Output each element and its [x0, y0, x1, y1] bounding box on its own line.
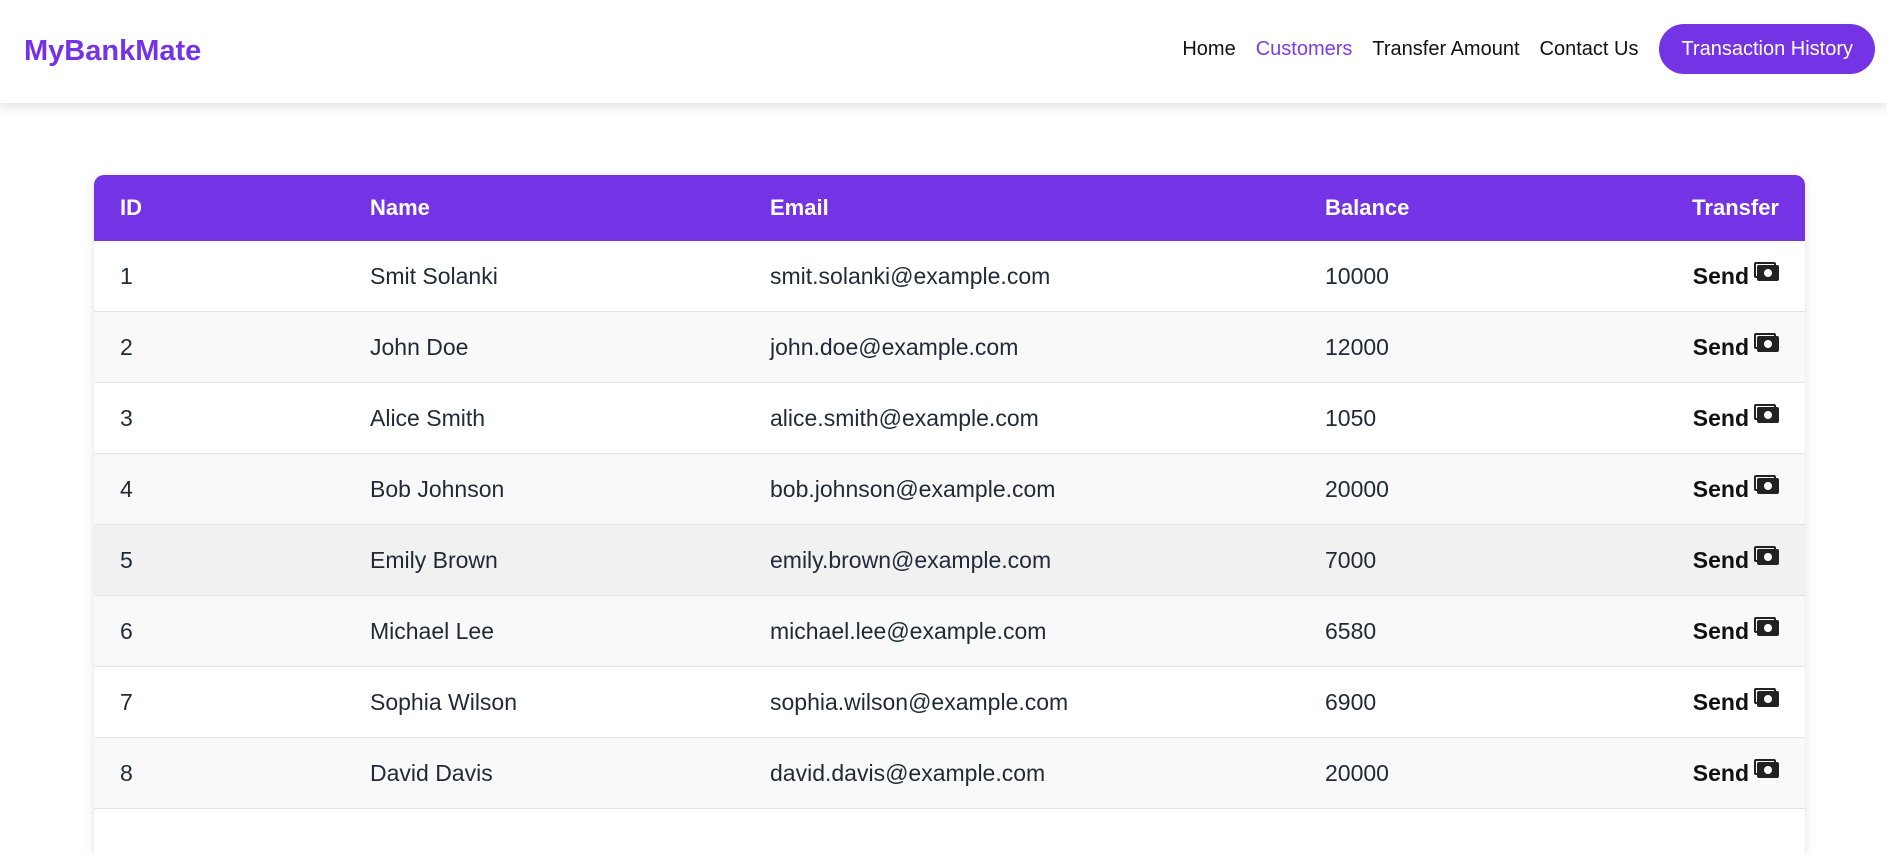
- column-header-email: Email: [770, 175, 1325, 241]
- cell-name: Bob Johnson: [370, 454, 770, 525]
- cell-transfer: Send: [1625, 738, 1805, 809]
- money-icon: [1757, 478, 1779, 494]
- cell-name: [370, 809, 770, 855]
- send-button[interactable]: Send: [1693, 689, 1779, 716]
- cell-balance: 20000: [1325, 738, 1625, 809]
- transaction-history-button[interactable]: Transaction History: [1659, 24, 1875, 74]
- money-icon: [1757, 336, 1779, 352]
- cell-email: emily.brown@example.com: [770, 525, 1325, 596]
- customers-table-container: ID Name Email Balance Transfer 1 Smit So…: [94, 175, 1805, 855]
- table-row: [94, 809, 1805, 855]
- cell-email: david.davis@example.com: [770, 738, 1325, 809]
- send-button[interactable]: Send: [1693, 476, 1779, 503]
- send-button[interactable]: Send: [1693, 618, 1779, 645]
- table-row: 1 Smit Solanki smit.solanki@example.com …: [94, 241, 1805, 312]
- send-label: Send: [1693, 405, 1749, 432]
- column-header-transfer: Transfer: [1625, 175, 1805, 241]
- table-row: 3 Alice Smith alice.smith@example.com 10…: [94, 383, 1805, 454]
- brand-logo[interactable]: MyBankMate: [24, 31, 201, 71]
- cell-balance: 20000: [1325, 454, 1625, 525]
- column-header-balance: Balance: [1325, 175, 1625, 241]
- cell-id: [94, 809, 370, 855]
- money-icon: [1757, 549, 1779, 565]
- cell-balance: 7000: [1325, 525, 1625, 596]
- nav-links: Home Customers Transfer Amount Contact U…: [1162, 24, 1875, 74]
- send-label: Send: [1693, 476, 1749, 503]
- nav-link-customers[interactable]: Customers: [1256, 38, 1353, 61]
- cell-balance: [1325, 809, 1625, 855]
- send-label: Send: [1693, 334, 1749, 361]
- cell-transfer: Send: [1625, 312, 1805, 383]
- money-icon: [1757, 265, 1779, 281]
- money-icon: [1757, 620, 1779, 636]
- cell-transfer: Send: [1625, 454, 1805, 525]
- table-row: 5 Emily Brown emily.brown@example.com 70…: [94, 525, 1805, 596]
- send-button[interactable]: Send: [1693, 760, 1779, 787]
- cell-name: Michael Lee: [370, 596, 770, 667]
- cell-email: michael.lee@example.com: [770, 596, 1325, 667]
- cell-transfer: Send: [1625, 525, 1805, 596]
- column-header-name: Name: [370, 175, 770, 241]
- cell-id: 6: [94, 596, 370, 667]
- table-header-row: ID Name Email Balance Transfer: [94, 175, 1805, 241]
- cell-name: Emily Brown: [370, 525, 770, 596]
- money-icon: [1757, 691, 1779, 707]
- table-row: 7 Sophia Wilson sophia.wilson@example.co…: [94, 667, 1805, 738]
- cell-id: 7: [94, 667, 370, 738]
- table-row: 8 David Davis david.davis@example.com 20…: [94, 738, 1805, 809]
- send-button[interactable]: Send: [1693, 263, 1779, 290]
- cell-name: John Doe: [370, 312, 770, 383]
- cell-id: 4: [94, 454, 370, 525]
- cell-email: bob.johnson@example.com: [770, 454, 1325, 525]
- cell-balance: 6900: [1325, 667, 1625, 738]
- money-icon: [1757, 762, 1779, 778]
- nav-link-home[interactable]: Home: [1182, 38, 1235, 61]
- cell-transfer: Send: [1625, 383, 1805, 454]
- cell-email: smit.solanki@example.com: [770, 241, 1325, 312]
- money-icon: [1757, 407, 1779, 423]
- cell-transfer: Send: [1625, 241, 1805, 312]
- cell-id: 3: [94, 383, 370, 454]
- table-row: 6 Michael Lee michael.lee@example.com 65…: [94, 596, 1805, 667]
- cell-transfer: [1625, 809, 1805, 855]
- cell-balance: 1050: [1325, 383, 1625, 454]
- column-header-id: ID: [94, 175, 370, 241]
- cell-id: 8: [94, 738, 370, 809]
- send-label: Send: [1693, 547, 1749, 574]
- cell-id: 1: [94, 241, 370, 312]
- cell-transfer: Send: [1625, 667, 1805, 738]
- send-label: Send: [1693, 689, 1749, 716]
- customers-table: ID Name Email Balance Transfer 1 Smit So…: [94, 175, 1805, 855]
- send-label: Send: [1693, 760, 1749, 787]
- cell-balance: 10000: [1325, 241, 1625, 312]
- cell-balance: 12000: [1325, 312, 1625, 383]
- table-row: 4 Bob Johnson bob.johnson@example.com 20…: [94, 454, 1805, 525]
- send-button[interactable]: Send: [1693, 334, 1779, 361]
- cell-id: 5: [94, 525, 370, 596]
- send-label: Send: [1693, 618, 1749, 645]
- cell-name: David Davis: [370, 738, 770, 809]
- cell-name: Smit Solanki: [370, 241, 770, 312]
- send-button[interactable]: Send: [1693, 405, 1779, 432]
- cell-name: Alice Smith: [370, 383, 770, 454]
- cell-email: john.doe@example.com: [770, 312, 1325, 383]
- navbar: MyBankMate Home Customers Transfer Amoun…: [0, 0, 1887, 103]
- cell-email: alice.smith@example.com: [770, 383, 1325, 454]
- nav-link-transfer-amount[interactable]: Transfer Amount: [1372, 38, 1519, 61]
- cell-balance: 6580: [1325, 596, 1625, 667]
- send-label: Send: [1693, 263, 1749, 290]
- cell-id: 2: [94, 312, 370, 383]
- nav-link-contact-us[interactable]: Contact Us: [1540, 38, 1639, 61]
- cell-email: [770, 809, 1325, 855]
- send-button[interactable]: Send: [1693, 547, 1779, 574]
- table-row: 2 John Doe john.doe@example.com 12000 Se…: [94, 312, 1805, 383]
- cell-email: sophia.wilson@example.com: [770, 667, 1325, 738]
- cell-transfer: Send: [1625, 596, 1805, 667]
- cell-name: Sophia Wilson: [370, 667, 770, 738]
